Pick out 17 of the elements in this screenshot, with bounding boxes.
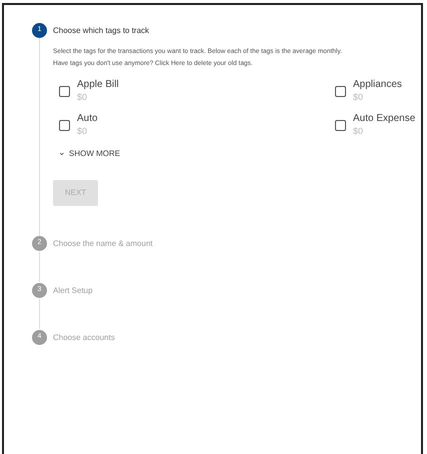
checkbox[interactable]: [59, 86, 70, 96]
step-title[interactable]: Choose which tags to track: [53, 24, 150, 36]
tag-amount: $0: [77, 125, 88, 138]
tag-amount: $0: [353, 91, 364, 104]
step-title[interactable]: Alert Setup: [53, 284, 93, 296]
step-title[interactable]: Choose accounts: [53, 332, 115, 344]
tag-amount: $0: [77, 91, 88, 104]
show-more-button[interactable]: ⌄ SHOW MORE: [58, 148, 120, 160]
checkbox[interactable]: [335, 86, 346, 96]
tag-name: Apple Bill: [77, 78, 119, 91]
tag-name: Appliances: [353, 78, 402, 91]
tag-name: Auto Expense: [353, 112, 416, 125]
step-title[interactable]: Choose the name & amount: [53, 238, 153, 250]
checkbox[interactable]: [335, 120, 346, 130]
tag-name: Auto: [77, 112, 98, 125]
checkbox[interactable]: [59, 120, 70, 130]
tag-amount: $0: [353, 125, 364, 138]
